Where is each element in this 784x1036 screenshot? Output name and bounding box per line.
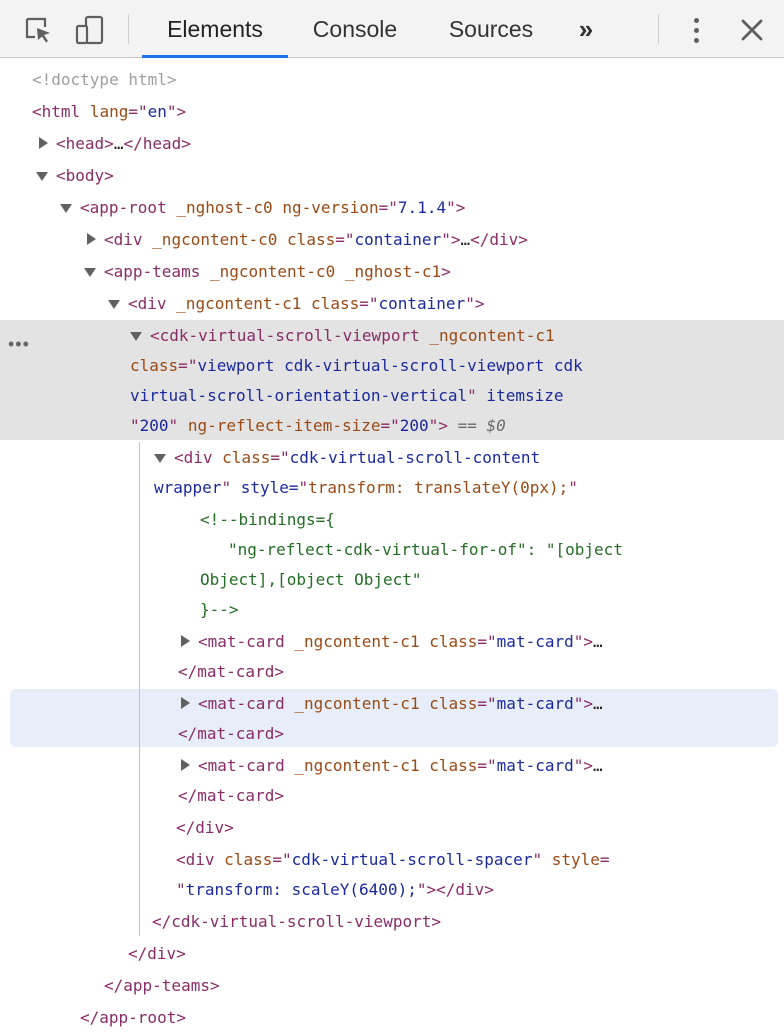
dom-node-line[interactable]: <body>: [56, 160, 114, 191]
collapse-arrow-icon[interactable]: [84, 268, 96, 277]
expand-arrow-icon[interactable]: [181, 697, 190, 709]
dom-node-line[interactable]: "ng-reflect-cdk-virtual-for-of": "[objec…: [228, 534, 623, 565]
dom-node-line[interactable]: <html lang="en">: [32, 96, 186, 127]
toolbar-separator: [658, 14, 659, 44]
dom-node-line[interactable]: <!--bindings={: [200, 504, 335, 535]
dom-node-line[interactable]: <div _ngcontent-c1 class="container">: [128, 288, 484, 319]
dom-node-line[interactable]: <div _ngcontent-c0 class="container">…</…: [104, 224, 528, 255]
expand-arrow-icon[interactable]: [181, 635, 190, 647]
collapse-arrow-icon[interactable]: [154, 454, 166, 463]
dom-node-line[interactable]: <head>…</head>: [56, 128, 191, 159]
dom-node-close-tag[interactable]: </cdk-virtual-scroll-viewport>: [152, 906, 441, 937]
device-toolbar-icon[interactable]: [74, 14, 106, 46]
dom-node-close-tag[interactable]: </div>: [128, 938, 186, 969]
tab-console[interactable]: Console: [298, 0, 412, 56]
dom-node-line[interactable]: <mat-card _ngcontent-c1 class="mat-card"…: [198, 688, 603, 719]
tab-sources[interactable]: Sources: [436, 0, 546, 56]
expand-arrow-icon[interactable]: [39, 137, 48, 149]
dom-node-line[interactable]: Object],[object Object": [200, 564, 422, 595]
collapse-arrow-icon[interactable]: [60, 204, 72, 213]
dom-node-line[interactable]: "200" ng-reflect-item-size="200"> == $0: [130, 410, 506, 441]
dom-node-line[interactable]: wrapper" style="transform: translateY(0p…: [154, 472, 578, 503]
toolbar-separator: [128, 14, 129, 44]
dom-node-line[interactable]: <app-root _nghost-c0 ng-version="7.1.4">: [80, 192, 465, 223]
dom-node-line[interactable]: virtual-scroll-orientation-vertical" ite…: [130, 380, 564, 411]
devtools-toolbar: Elements Console Sources »: [0, 0, 784, 58]
more-options-icon[interactable]: [682, 14, 710, 46]
dom-node-line[interactable]: }-->: [200, 594, 239, 625]
dom-node-line[interactable]: <!doctype html>: [32, 64, 177, 95]
dom-node-close-tag[interactable]: </mat-card>: [178, 780, 284, 811]
dom-node-close-tag[interactable]: </mat-card>: [178, 718, 284, 749]
dom-node-close-tag[interactable]: </mat-card>: [178, 656, 284, 687]
close-icon[interactable]: [736, 12, 768, 48]
indent-guide: [139, 442, 140, 936]
node-actions-dots[interactable]: •••: [8, 334, 30, 355]
dom-node-line[interactable]: <cdk-virtual-scroll-viewport _ngcontent-…: [150, 320, 555, 351]
dom-node-close-tag[interactable]: </app-teams>: [104, 970, 220, 1001]
dom-node-line[interactable]: class="viewport cdk-virtual-scroll-viewp…: [130, 350, 583, 381]
dom-node-close-tag[interactable]: </div>: [176, 812, 234, 843]
dom-node-line[interactable]: <app-teams _ngcontent-c0 _nghost-c1>: [104, 256, 451, 287]
expand-arrow-icon[interactable]: [87, 233, 96, 245]
collapse-arrow-icon[interactable]: [130, 332, 142, 341]
dom-node-line[interactable]: <mat-card _ngcontent-c1 class="mat-card"…: [198, 750, 603, 781]
dom-node-line[interactable]: <mat-card _ngcontent-c1 class="mat-card"…: [198, 626, 603, 657]
dom-node-line[interactable]: <div class="cdk-virtual-scroll-content: [174, 442, 540, 473]
collapse-arrow-icon[interactable]: [108, 300, 120, 309]
dom-node-close-tag[interactable]: </app-root>: [80, 1002, 186, 1033]
dom-node-line[interactable]: "transform: scaleY(6400);"></div>: [176, 874, 494, 905]
tab-elements[interactable]: Elements: [142, 0, 288, 58]
collapse-arrow-icon[interactable]: [36, 172, 48, 181]
dom-node-line[interactable]: <div class="cdk-virtual-scroll-spacer" s…: [176, 844, 610, 875]
expand-arrow-icon[interactable]: [181, 759, 190, 771]
more-tabs-button[interactable]: »: [566, 0, 606, 56]
inspect-element-icon[interactable]: [22, 14, 54, 46]
